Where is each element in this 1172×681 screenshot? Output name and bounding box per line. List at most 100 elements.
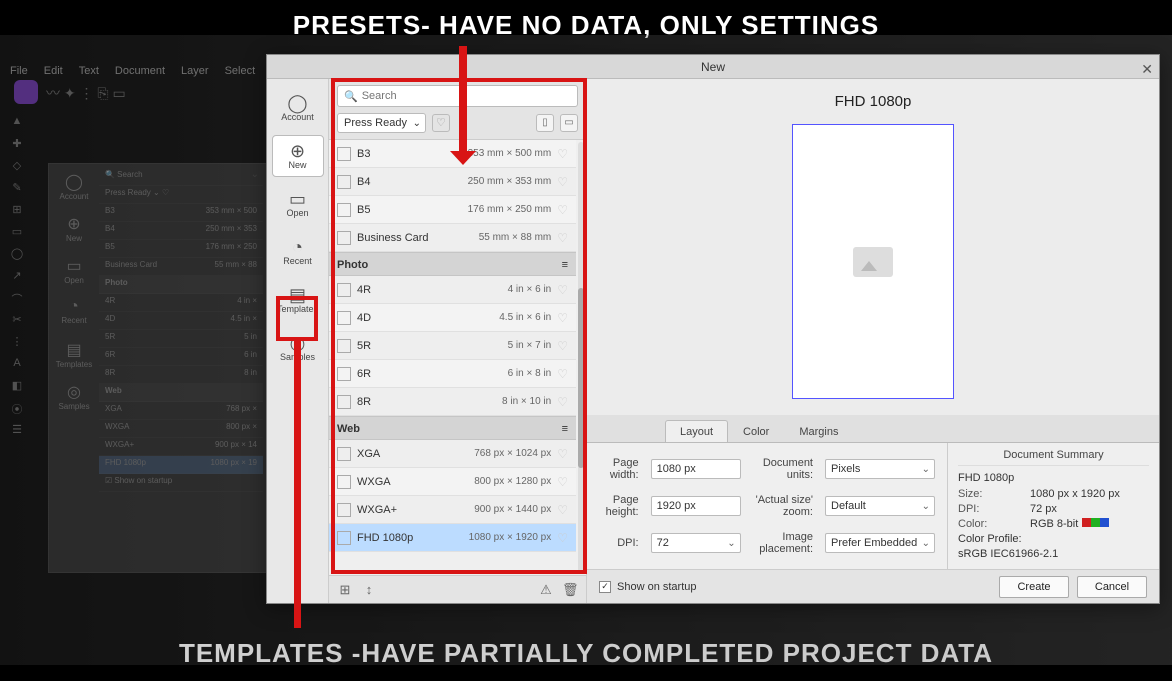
- sidenav-templates[interactable]: ▤Templates: [272, 279, 324, 321]
- tool-icon[interactable]: ↗: [10, 269, 24, 283]
- preview-title: FHD 1080p: [835, 93, 912, 110]
- menu-edit[interactable]: Edit: [44, 65, 63, 83]
- warn-preset-icon[interactable]: ⚠: [538, 582, 554, 598]
- cancel-button[interactable]: Cancel: [1077, 576, 1147, 598]
- view-page-icon[interactable]: ▯: [536, 114, 554, 132]
- create-button[interactable]: Create: [999, 576, 1069, 598]
- tool-icon[interactable]: ⊞: [10, 203, 24, 217]
- bg-toolbar: 〰 ✦ ⋮ ⎘ ▭: [46, 83, 126, 103]
- category-dropdown[interactable]: Press Ready: [337, 113, 426, 133]
- preset-row[interactable]: B5176 mm × 250 mm♡: [329, 196, 576, 224]
- sidenav-open[interactable]: ▭Open: [272, 183, 324, 225]
- tool-icon[interactable]: ✚: [10, 137, 24, 151]
- page-preview: [792, 124, 954, 399]
- menu-icon[interactable]: ≡: [562, 253, 568, 275]
- favorite-filter-icon[interactable]: ♡: [432, 114, 450, 132]
- tool-icon[interactable]: ◯: [10, 247, 24, 261]
- tool-icon[interactable]: ☰: [10, 423, 24, 437]
- preset-row[interactable]: WXGA+900 px × 1440 px♡: [329, 496, 576, 524]
- page-icon: [337, 311, 351, 325]
- heart-icon[interactable]: ♡: [557, 283, 568, 297]
- preset-row[interactable]: B4250 mm × 353 mm♡: [329, 168, 576, 196]
- show-on-startup-checkbox[interactable]: ✓: [599, 581, 611, 593]
- heart-icon[interactable]: ♡: [557, 503, 568, 517]
- bg-sidenav-samples: ◎Samples: [53, 378, 95, 420]
- menu-icon[interactable]: ≡: [562, 417, 568, 439]
- heart-icon[interactable]: ♡: [557, 231, 568, 245]
- preset-group-header[interactable]: Web≡: [329, 416, 576, 440]
- account-icon: ◯: [287, 94, 307, 112]
- new-document-dialog: New ✕ ◯Account⊕New▭Open◔Recent▤Templates…: [266, 54, 1160, 604]
- tool-icon[interactable]: A: [10, 357, 24, 371]
- tab-layout[interactable]: Layout: [665, 420, 728, 442]
- summary-dpi-key: DPI:: [958, 503, 1030, 515]
- summary-color-key: Color:: [958, 518, 1030, 530]
- add-preset-icon[interactable]: ⊞: [337, 582, 353, 598]
- page-height-label: Page height:: [599, 494, 639, 518]
- menu-select[interactable]: Select: [225, 65, 256, 83]
- page-icon: [337, 475, 351, 489]
- sidenav-recent[interactable]: ◔Recent: [272, 231, 324, 273]
- view-spread-icon[interactable]: ▭: [560, 114, 578, 132]
- tool-icon[interactable]: ✂: [10, 313, 24, 327]
- image-placeholder-icon: [853, 247, 893, 277]
- menu-text[interactable]: Text: [79, 65, 99, 83]
- sort-preset-icon[interactable]: ↕: [361, 582, 377, 598]
- new-icon: ⊕: [290, 142, 305, 160]
- preset-row[interactable]: 4R4 in × 6 in♡: [329, 276, 576, 304]
- heart-icon[interactable]: ♡: [557, 367, 568, 381]
- tool-icon[interactable]: ⦿: [10, 401, 24, 415]
- tool-icon[interactable]: ▲: [10, 115, 24, 129]
- heart-icon[interactable]: ♡: [557, 175, 568, 189]
- heart-icon[interactable]: ♡: [557, 339, 568, 353]
- recent-icon: ◔: [292, 238, 303, 256]
- preset-scrollbar-thumb[interactable]: [578, 288, 584, 468]
- preset-row[interactable]: XGA768 px × 1024 px♡: [329, 440, 576, 468]
- tool-icon[interactable]: ◧: [10, 379, 24, 393]
- summary-title: Document Summary: [958, 449, 1149, 466]
- img-place-select[interactable]: Prefer Embedded: [825, 533, 935, 553]
- close-icon[interactable]: ✕: [1141, 57, 1153, 81]
- page-width-input[interactable]: 1080 px: [651, 459, 741, 479]
- sidenav-new[interactable]: ⊕New: [272, 135, 324, 177]
- heart-icon[interactable]: ♡: [557, 447, 568, 461]
- search-input-wrapper[interactable]: 🔍: [337, 85, 578, 107]
- preset-row[interactable]: Business Card55 mm × 88 mm♡: [329, 224, 576, 252]
- menu-document[interactable]: Document: [115, 65, 165, 83]
- tab-margins[interactable]: Margins: [784, 420, 853, 442]
- preset-row[interactable]: FHD 1080p1080 px × 1920 px♡: [329, 524, 576, 552]
- preset-row[interactable]: WXGA800 px × 1280 px♡: [329, 468, 576, 496]
- dpi-select[interactable]: 72: [651, 533, 741, 553]
- preset-row[interactable]: 8R8 in × 10 in♡: [329, 388, 576, 416]
- page-icon: [337, 447, 351, 461]
- preset-group-header[interactable]: Photo≡: [329, 252, 576, 276]
- heart-icon[interactable]: ♡: [557, 395, 568, 409]
- preset-row[interactable]: 4D4.5 in × 6 in♡: [329, 304, 576, 332]
- heart-icon[interactable]: ♡: [557, 531, 568, 545]
- page-width-label: Page width:: [599, 457, 639, 481]
- heart-icon[interactable]: ♡: [557, 203, 568, 217]
- tool-icon[interactable]: ▭: [10, 225, 24, 239]
- heart-icon[interactable]: ♡: [557, 475, 568, 489]
- preset-row[interactable]: 6R6 in × 8 in♡: [329, 360, 576, 388]
- tool-icon[interactable]: ◇: [10, 159, 24, 173]
- doc-units-select[interactable]: Pixels: [825, 459, 935, 479]
- tool-icon[interactable]: ⌒: [10, 291, 24, 305]
- tool-icon[interactable]: ⋮: [10, 335, 24, 349]
- tool-icon[interactable]: ✎: [10, 181, 24, 195]
- preset-row[interactable]: 5R5 in × 7 in♡: [329, 332, 576, 360]
- heart-icon[interactable]: ♡: [557, 311, 568, 325]
- show-on-startup-label: Show on startup: [617, 581, 697, 593]
- doc-units-label: Document units:: [753, 457, 813, 481]
- app-logo-icon: [14, 80, 38, 104]
- heart-icon[interactable]: ♡: [557, 147, 568, 161]
- menu-layer[interactable]: Layer: [181, 65, 209, 83]
- sidenav-account[interactable]: ◯Account: [272, 87, 324, 129]
- tab-color[interactable]: Color: [728, 420, 784, 442]
- page-icon: [337, 283, 351, 297]
- zoom-select[interactable]: Default: [825, 496, 935, 516]
- delete-preset-icon[interactable]: 🗑: [562, 582, 578, 598]
- summary-profile-key: Color Profile:: [958, 533, 1022, 545]
- page-icon: [337, 175, 351, 189]
- page-height-input[interactable]: 1920 px: [651, 496, 741, 516]
